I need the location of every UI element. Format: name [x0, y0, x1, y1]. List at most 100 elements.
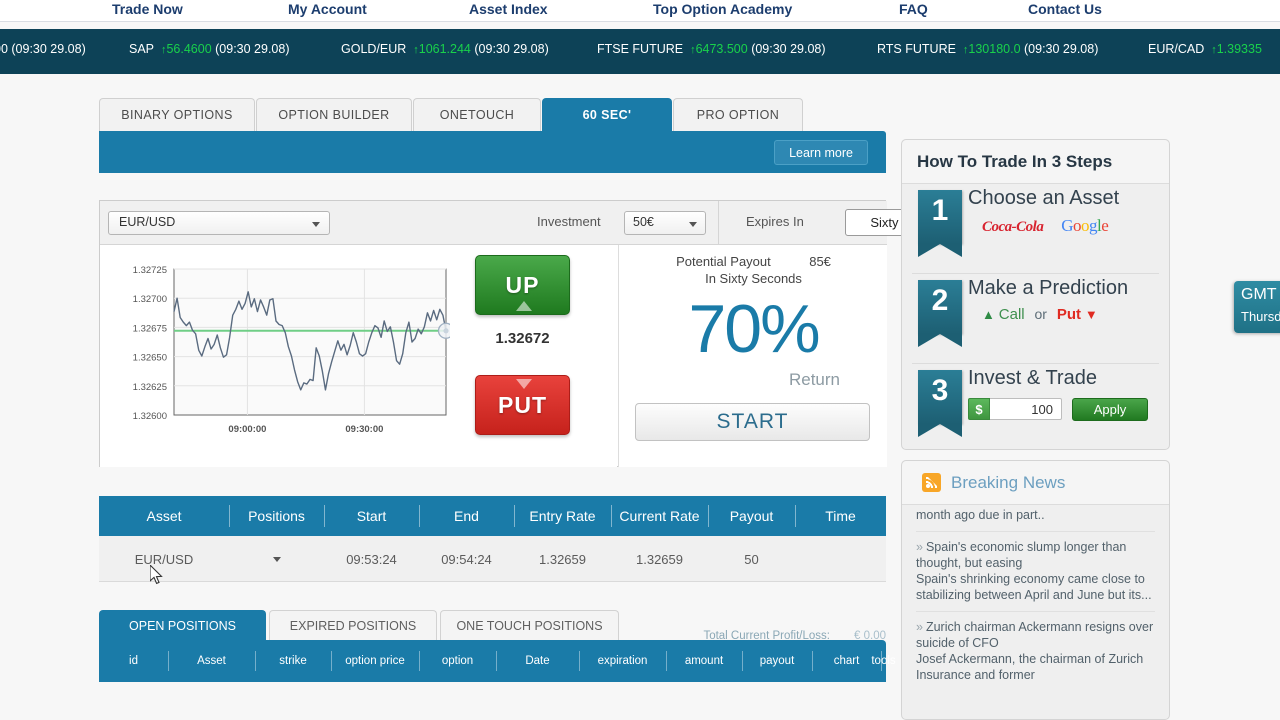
- news-list: month ago due in part.. » Spain's economic…: [902, 505, 1169, 719]
- column-divider: [881, 651, 882, 671]
- arrow-down-icon: ▼: [1084, 307, 1098, 322]
- step-1-brands: Coca-Cola Google: [982, 216, 1109, 236]
- news-headline: » Spain's economic slump longer than thou…: [916, 540, 1127, 570]
- tab-one-touch-positions[interactable]: ONE TOUCH POSITIONS: [440, 610, 619, 640]
- nav-item-trade-now[interactable]: Trade Now: [112, 0, 183, 19]
- tab-expired-positions[interactable]: EXPIRED POSITIONS: [269, 610, 437, 640]
- ticker-item: SAP ↑56.4600 (09:30 29.08): [129, 42, 290, 56]
- payout-column: Potential Payout 85€ In Sixty Seconds 70…: [618, 245, 887, 467]
- gmt-clock-widget[interactable]: GMT Thursda: [1234, 281, 1280, 333]
- header-divider: [718, 201, 719, 245]
- learn-more-button[interactable]: Learn more: [774, 140, 868, 165]
- tab-option-builder[interactable]: OPTION BUILDER: [256, 98, 412, 131]
- ticker-item: RTS FUTURE ↑130180.0 (09:30 29.08): [877, 42, 1098, 56]
- step-3-badge: 3: [918, 370, 962, 437]
- mouse-cursor: [150, 565, 163, 585]
- ticker-symbol: SAP: [129, 42, 155, 56]
- news-item[interactable]: » Spain's economic slump longer than thou…: [916, 532, 1155, 612]
- nav-item-top-option-academy[interactable]: Top Option Academy: [653, 0, 792, 19]
- svg-text:1.32725: 1.32725: [133, 265, 167, 276]
- potential-payout-sub: In Sixty Seconds: [705, 271, 802, 286]
- chevron-right-icon: »: [916, 540, 923, 554]
- ticker-item: EUR/CAD ↑1.39335: [1148, 42, 1262, 56]
- tab-binary-options[interactable]: BINARY OPTIONS: [99, 98, 255, 131]
- put-button-label: PUT: [498, 391, 547, 418]
- column-divider: [812, 651, 813, 671]
- chevron-right-icon: »: [916, 620, 923, 634]
- apply-button[interactable]: Apply: [1072, 398, 1148, 421]
- column-divider: [795, 505, 796, 527]
- ticker-time: (09:30 29.08): [474, 42, 549, 56]
- column-header-start: Start: [356, 508, 387, 524]
- tab-open-positions[interactable]: OPEN POSITIONS: [99, 610, 266, 640]
- put-button[interactable]: PUT: [475, 375, 570, 435]
- asset-select[interactable]: EUR/USD: [108, 211, 330, 235]
- news-item[interactable]: month ago due in part..: [916, 491, 1155, 532]
- nav-item-asset-index[interactable]: Asset Index: [469, 0, 548, 19]
- svg-text:09:30:00: 09:30:00: [345, 424, 383, 435]
- ticker-symbol: RTS FUTURE: [877, 42, 956, 56]
- start-button[interactable]: START: [635, 403, 870, 441]
- gmt-label: GMT: [1241, 286, 1277, 303]
- positions-table-header: Asset Positions Start End Entry Rate Current …: [99, 496, 886, 536]
- currency-icon: $: [968, 398, 990, 420]
- trade-panel: EUR/USD Investment 50€ Expires In Sixty …: [99, 200, 978, 467]
- ticker-value: 130180.0: [968, 42, 1021, 56]
- investment-label: Investment: [537, 214, 601, 229]
- cell-time: [795, 536, 886, 582]
- gmt-day: Thursda: [1241, 309, 1280, 324]
- arrow-up-icon: ▲: [982, 307, 995, 322]
- column-header-asset: Asset: [146, 508, 182, 524]
- tab-pro-option[interactable]: PRO OPTION: [673, 98, 803, 131]
- potential-payout-label: Potential Payout: [676, 254, 771, 269]
- chevron-down-icon[interactable]: [272, 556, 281, 562]
- step-3: 3 Invest & Trade $ 100 Apply: [902, 364, 1169, 450]
- ticker-item: FTSE FUTURE ↑6473.500 (09:30 29.08): [597, 42, 826, 56]
- ticker-value: 56.4600: [166, 42, 212, 56]
- ticker-item: 00 (09:30 29.08): [0, 42, 86, 56]
- subcolumn-header-payout: payout: [759, 655, 795, 667]
- top-navigation: Trade Now My Account Asset Index Top Option…: [0, 0, 1280, 22]
- trade-type-tabs: BINARY OPTIONS OPTION BUILDER ONETOUCH 60 S…: [99, 98, 886, 131]
- column-header-entry-rate: Entry Rate: [529, 508, 596, 524]
- potential-payout-row: Potential Payout 85€: [619, 253, 888, 271]
- column-divider: [419, 651, 420, 671]
- column-header-time: Time: [825, 508, 856, 524]
- column-divider: [419, 505, 420, 527]
- expires-label: Expires In: [746, 214, 804, 229]
- column-divider: [514, 505, 515, 527]
- subcolumn-header-asset: Asset: [197, 655, 226, 667]
- open-positions-table: Asset Positions Start End Entry Rate Current …: [99, 496, 886, 582]
- tab-onetouch[interactable]: ONETOUCH: [413, 98, 541, 131]
- potential-payout-value: 85€: [809, 254, 831, 269]
- call-label: Call: [998, 306, 1025, 323]
- positions-tabs: OPEN POSITIONS EXPIRED POSITIONS ONE TOUCH…: [99, 610, 896, 682]
- breaking-news-title: Breaking News: [951, 472, 1066, 492]
- ticker-symbol: EUR/CAD: [1148, 42, 1205, 56]
- arrow-up-icon: [516, 301, 532, 311]
- cell-positions[interactable]: [229, 536, 324, 582]
- investment-value: 50€: [633, 215, 654, 229]
- nav-item-faq[interactable]: FAQ: [899, 0, 928, 19]
- nav-item-my-account[interactable]: My Account: [288, 0, 367, 19]
- news-item[interactable]: » Zurich chairman Ackermann resigns over …: [916, 612, 1155, 691]
- rss-icon: [922, 473, 941, 492]
- amount-input[interactable]: 100: [990, 398, 1062, 420]
- up-button[interactable]: UP: [475, 255, 570, 315]
- cell-start: 09:53:24: [346, 551, 397, 567]
- asset-select-value: EUR/USD: [119, 215, 176, 229]
- subcolumn-header-amount: amount: [684, 655, 724, 667]
- step-3-title: Invest & Trade: [968, 367, 1097, 389]
- price-chart: 1.32600 1.32625 1.32650 1.32675 1.32700 1.327…: [102, 255, 455, 455]
- nav-item-contact-us[interactable]: Contact Us: [1028, 0, 1102, 19]
- price-chart-svg: 1.32600 1.32625 1.32650 1.32675 1.32700 1.327…: [133, 265, 455, 435]
- tab-60-sec-[interactable]: 60 SEC': [542, 98, 672, 131]
- investment-select[interactable]: 50€: [624, 211, 706, 235]
- table-row[interactable]: EUR/USD 09:53:24 09:54:24 1.32659 1.32659 50: [99, 536, 886, 582]
- step-1-badge: 1: [918, 190, 962, 257]
- trade-panel-body: 1.32600 1.32625 1.32650 1.32675 1.32700 1.327…: [100, 245, 887, 467]
- step-2: 2 Make a Prediction ▲ Call or Put ▼: [902, 274, 1169, 363]
- cell-end: 09:54:24: [441, 551, 492, 567]
- breaking-news-panel: Breaking News month ago due in part..» Sp…: [901, 460, 1170, 720]
- column-header-payout: Payout: [729, 508, 774, 524]
